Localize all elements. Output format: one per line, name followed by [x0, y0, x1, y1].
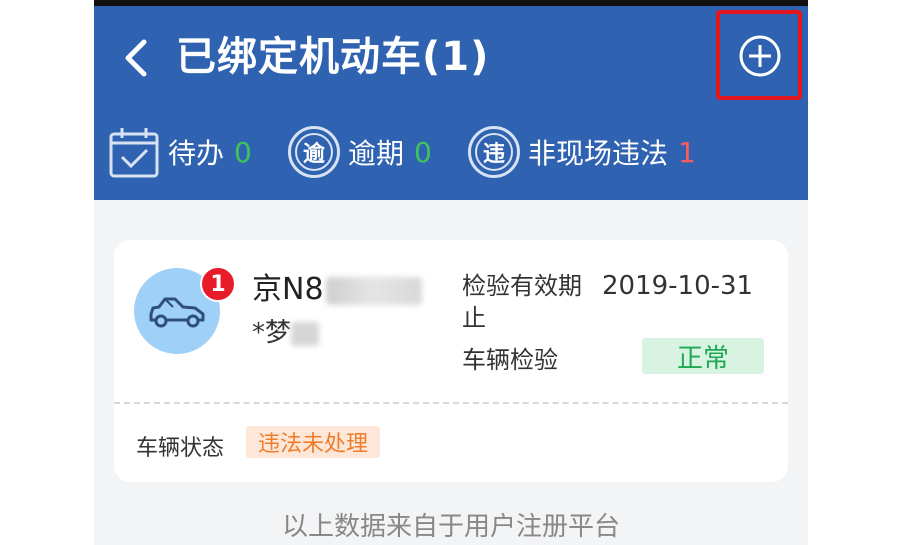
vehicle-check-status-badge: 正常	[642, 338, 764, 374]
stat-pending-label: 待办	[168, 137, 225, 170]
car-icon	[149, 297, 205, 328]
violation-icon: 违	[468, 126, 520, 178]
data-source-note: 以上数据来自于用户注册平台	[281, 512, 620, 542]
stat-pending[interactable]: 待办 0	[108, 122, 252, 182]
chevron-left-icon[interactable]	[122, 38, 152, 78]
owner-name: *梦	[252, 312, 320, 349]
plate-number: 京N8	[252, 264, 422, 308]
stat-overdue-label: 逾期	[348, 137, 405, 170]
owner-redaction	[291, 321, 320, 346]
stat-overdue[interactable]: 逾 逾期 0	[288, 122, 432, 182]
phone-screen: 已绑定机动车(1) 待办 0 逾 逾期 0 违 非现场违法 1 1 京N8 *梦…	[94, 0, 808, 545]
stats-bar: 待办 0 逾 逾期 0 违 非现场违法 1	[108, 122, 798, 182]
dashed-divider	[114, 402, 788, 404]
vehicle-card[interactable]: 1 京N8 *梦 检验有效期止 2019-10-31 车辆检验 正常 车辆状态 …	[114, 240, 788, 482]
left-margin	[0, 0, 94, 545]
inspection-expiry-date: 2019-10-31	[602, 271, 754, 301]
stat-violation-label: 非现场违法	[528, 137, 669, 170]
add-vehicle-button[interactable]	[716, 10, 802, 100]
notification-badge: 1	[200, 266, 236, 302]
stat-overdue-count: 0	[414, 135, 432, 169]
vehicle-check-label: 车辆检验	[462, 346, 558, 374]
vehicle-state-tag: 违法未处理	[246, 426, 381, 458]
plus-circle-icon	[739, 35, 781, 77]
stat-pending-count: 0	[234, 135, 252, 169]
stat-violation-count: 1	[678, 135, 696, 169]
app-header: 已绑定机动车(1) 待办 0 逾 逾期 0 违 非现场违法 1	[94, 6, 808, 200]
vehicle-state-label: 车辆状态	[136, 436, 225, 461]
stat-violation[interactable]: 违 非现场违法 1	[468, 122, 696, 182]
inspection-expiry-label: 检验有效期止	[462, 272, 582, 332]
overdue-icon: 逾	[288, 126, 340, 178]
page-title: 已绑定机动车(1)	[176, 34, 490, 80]
plate-redaction	[325, 276, 422, 305]
right-margin	[808, 0, 908, 545]
calendar-check-icon	[109, 128, 159, 178]
